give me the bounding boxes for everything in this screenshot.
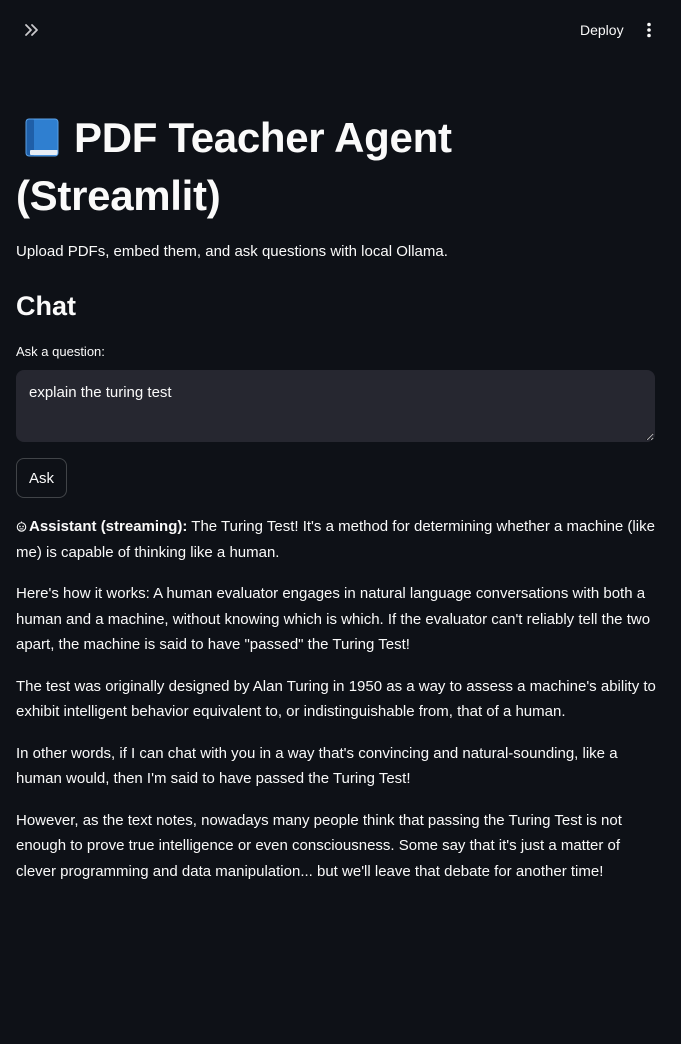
ask-button[interactable]: Ask [16,458,68,498]
page-title-text: PDF Teacher Agent (Streamlit) [16,114,452,219]
deploy-button[interactable]: Deploy [572,17,632,43]
main-content: PDF Teacher Agent (Streamlit) Upload PDF… [16,112,656,900]
expand-sidebar-button[interactable] [18,17,46,43]
question-input[interactable]: explain the turing test [16,370,655,442]
page-title: PDF Teacher Agent (Streamlit) [16,112,656,222]
main-menu-button[interactable] [638,17,660,43]
answer-paragraph: The test was originally designed by Alan… [16,677,656,721]
assistant-answer: Assistant (streaming): The Turing Test! … [16,514,656,884]
answer-paragraph: In other words, if I can chat with you i… [16,744,618,788]
double-chevron-right-icon [25,24,38,36]
top-toolbar: Deploy [0,0,681,60]
robot-icon [16,521,27,532]
page-caption: Upload PDFs, embed them, and ask questio… [16,243,448,260]
question-label: Ask a question: [16,344,105,359]
answer-paragraph: Here's how it works: A human evaluator e… [16,585,651,653]
vertical-dots-icon [647,22,651,38]
answer-paragraph: However, as the text notes, nowadays man… [16,811,622,880]
book-icon [24,116,62,170]
assistant-label: Assistant (streaming): [29,518,188,535]
chat-heading: Chat [16,291,76,321]
answer-paragraph: Assistant (streaming): The Turing Test! … [16,514,656,565]
